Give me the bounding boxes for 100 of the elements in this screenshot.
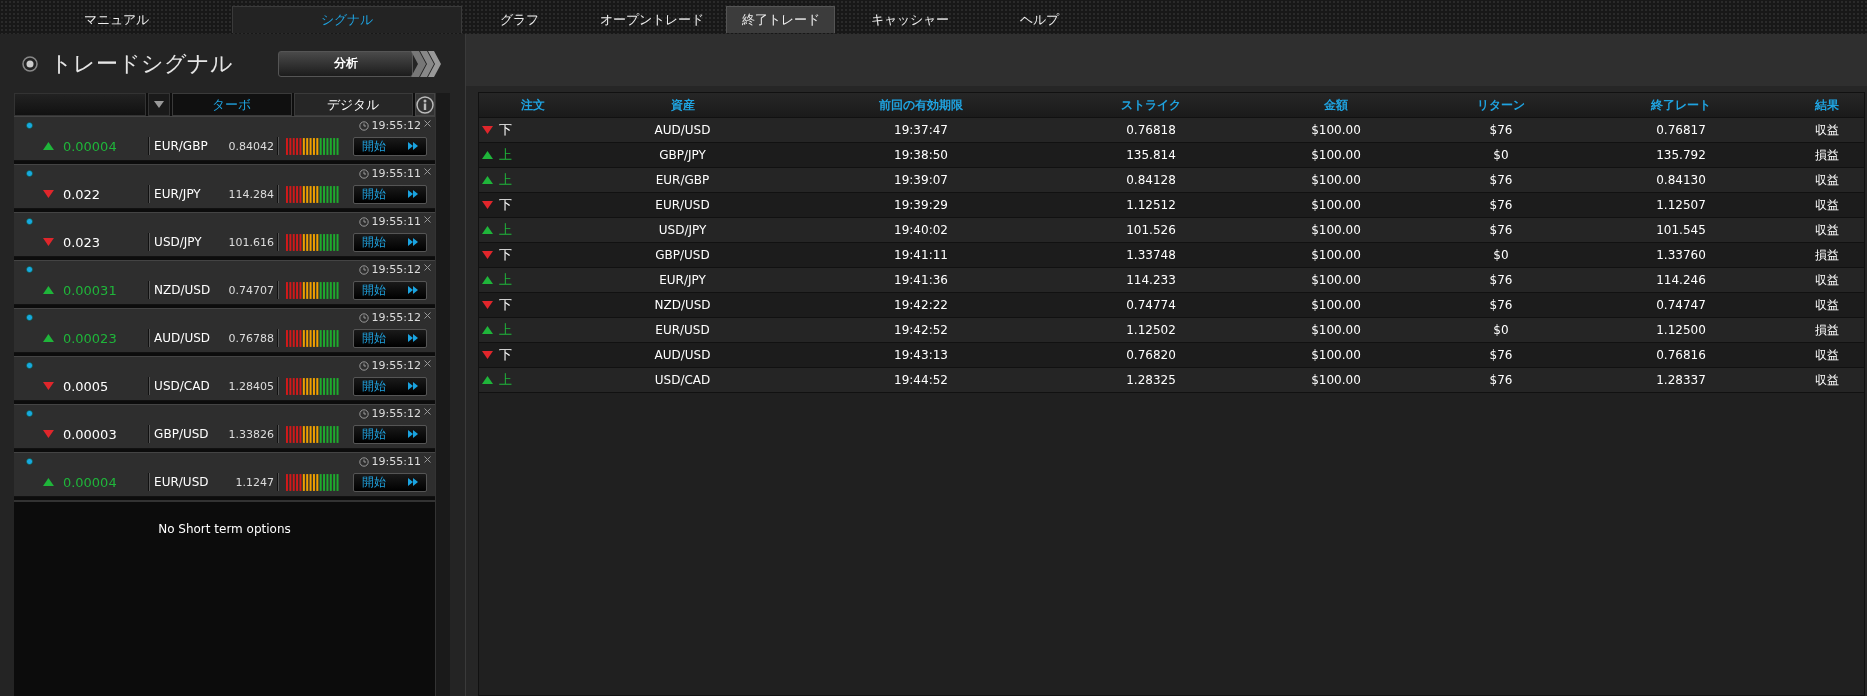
table-cell-text: $76 xyxy=(1488,348,1514,362)
table-cell-text: $76 xyxy=(1488,273,1514,287)
strength-meter-drawing xyxy=(286,137,340,155)
close-icon[interactable] xyxy=(424,216,431,223)
start-button[interactable]: 開始 xyxy=(352,472,427,492)
price-value: 114.284 xyxy=(227,187,275,201)
table-cell-text: 1.28337 xyxy=(1655,373,1707,387)
order-direction: 上 xyxy=(499,221,512,239)
currency-pair: NZD/USD xyxy=(154,283,212,297)
column-header: 結果 xyxy=(1814,96,1840,114)
close-icon[interactable] xyxy=(424,360,431,367)
table-cell-text: 収益 xyxy=(1814,171,1840,189)
change-value: 0.00003 xyxy=(62,426,118,442)
table-cell-text: 0.84128 xyxy=(1125,173,1177,187)
table-cell-text: $100.00 xyxy=(1310,298,1362,312)
double-arrow-icon xyxy=(408,286,419,294)
nav-tab[interactable]: ヘルプ xyxy=(985,6,1093,33)
nav-tab[interactable]: シグナル xyxy=(232,6,462,33)
table-cell-text: 1.12507 xyxy=(1655,198,1707,212)
nav-tab[interactable]: 終了トレード xyxy=(726,6,835,33)
table-cell-text: $76 xyxy=(1488,373,1514,387)
nav-tab[interactable]: キャッシャー xyxy=(835,6,985,33)
nav-tab[interactable]: グラフ xyxy=(462,6,577,33)
column-header: ストライク xyxy=(1120,96,1182,114)
table-cell-text: $100.00 xyxy=(1310,273,1362,287)
filter-tab[interactable]: ターボ xyxy=(172,93,292,116)
table-cell-text: $100.00 xyxy=(1310,148,1362,162)
order-direction: 下 xyxy=(499,246,512,264)
strength-meter-drawing xyxy=(286,185,340,203)
column-header: 終了レート xyxy=(1650,96,1712,114)
expiry-time: 19:55:12 xyxy=(371,359,421,372)
strength-meter-drawing xyxy=(286,473,340,491)
start-button[interactable]: 開始 xyxy=(352,232,427,252)
table-cell-text: EUR/JPY xyxy=(658,273,707,287)
order-direction: 下 xyxy=(499,196,512,214)
table-cell-text: $76 xyxy=(1488,123,1514,137)
table-cell-text: GBP/USD xyxy=(654,248,711,262)
table-cell-text: AUD/USD xyxy=(653,348,712,362)
order-direction: 上 xyxy=(499,321,512,339)
order-direction: 上 xyxy=(499,371,512,389)
table-cell-text: 19:44:52 xyxy=(893,373,949,387)
currency-pair: AUD/USD xyxy=(154,331,212,345)
analyze-button[interactable]: 分析 xyxy=(278,50,413,77)
close-icon[interactable] xyxy=(424,264,431,271)
table-cell-text: 損益 xyxy=(1814,146,1840,164)
nav-tab[interactable]: オープントレード xyxy=(577,6,726,33)
double-arrow-icon xyxy=(408,238,419,246)
start-button[interactable]: 開始 xyxy=(352,328,427,348)
expiry-time: 19:55:11 xyxy=(371,215,421,228)
table-cell-text: USD/JPY xyxy=(657,223,708,237)
close-icon[interactable] xyxy=(424,120,431,127)
table-cell-text: $100.00 xyxy=(1310,173,1362,187)
chevrons-icon xyxy=(411,50,441,77)
close-icon[interactable] xyxy=(424,168,431,175)
double-arrow-icon xyxy=(408,142,419,150)
table-cell-text: 損益 xyxy=(1814,321,1840,339)
table-cell-text: 19:40:02 xyxy=(893,223,949,237)
start-button[interactable]: 開始 xyxy=(352,424,427,444)
order-direction: 下 xyxy=(499,121,512,139)
dropdown-field[interactable] xyxy=(14,93,147,116)
table-cell-text: 19:41:36 xyxy=(893,273,949,287)
status-dot-icon xyxy=(26,170,33,177)
price-value: 1.28405 xyxy=(227,379,275,393)
status-dot-icon xyxy=(26,458,33,465)
expiry-time: 19:55:12 xyxy=(371,311,421,324)
close-icon[interactable] xyxy=(424,408,431,415)
filter-tab[interactable]: デジタル xyxy=(293,93,413,116)
price-value: 0.84042 xyxy=(227,139,275,153)
empty-message: No Short term options xyxy=(158,522,291,538)
strength-meter-drawing xyxy=(286,329,340,347)
order-direction: 上 xyxy=(499,146,512,164)
nav-tab[interactable]: マニュアル xyxy=(0,6,232,33)
column-header: リターン xyxy=(1476,96,1526,114)
table-cell-text: 0.74747 xyxy=(1655,298,1707,312)
start-button[interactable]: 開始 xyxy=(352,136,427,156)
table-cell-text: 0.76816 xyxy=(1655,348,1707,362)
start-button[interactable]: 開始 xyxy=(352,280,427,300)
table-cell-text: 収益 xyxy=(1814,346,1840,364)
expiry-time: 19:55:12 xyxy=(371,263,421,276)
table-cell-text: 収益 xyxy=(1814,371,1840,389)
start-button[interactable]: 開始 xyxy=(352,184,427,204)
expiry-time: 19:55:12 xyxy=(371,119,421,132)
table-cell-text: 1.28325 xyxy=(1125,373,1177,387)
clock-icon xyxy=(358,216,369,227)
dropdown-toggle[interactable] xyxy=(148,93,171,116)
close-icon[interactable] xyxy=(424,312,431,319)
status-dot-icon xyxy=(26,314,33,321)
price-value: 101.616 xyxy=(227,235,275,249)
start-button[interactable]: 開始 xyxy=(352,376,427,396)
currency-pair: GBP/USD xyxy=(154,427,210,441)
table-cell-text: EUR/GBP xyxy=(654,173,711,187)
close-icon[interactable] xyxy=(424,456,431,463)
table-cell-text: 101.526 xyxy=(1125,223,1177,237)
table-cell-text: EUR/USD xyxy=(654,323,711,337)
currency-pair: EUR/USD xyxy=(154,475,210,489)
table-cell-text: $100.00 xyxy=(1310,248,1362,262)
info-icon[interactable] xyxy=(416,95,434,114)
clock-icon xyxy=(358,360,369,371)
table-cell-text: GBP/JPY xyxy=(658,148,707,162)
status-dot-icon xyxy=(26,266,33,273)
